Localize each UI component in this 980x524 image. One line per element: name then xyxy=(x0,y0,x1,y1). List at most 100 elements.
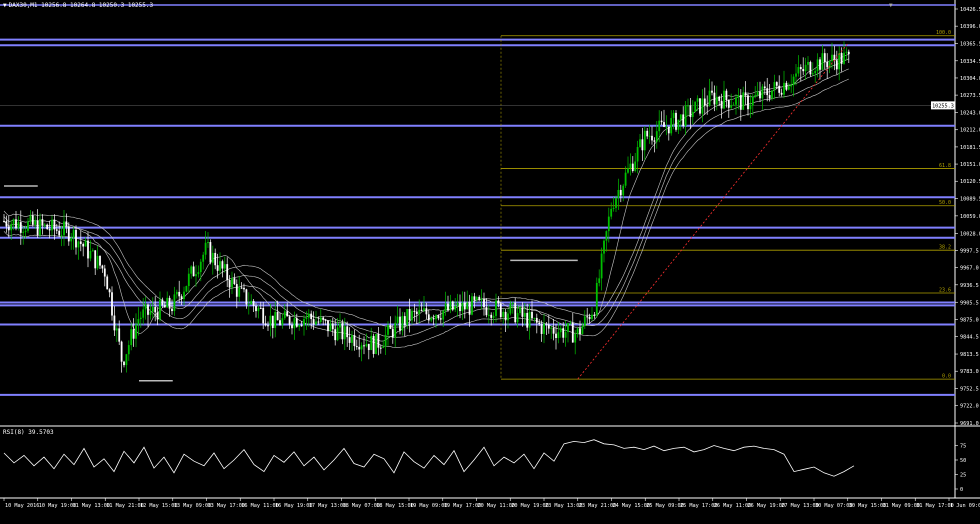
candle-body xyxy=(135,324,137,339)
candle-body xyxy=(351,335,353,343)
candle-body xyxy=(478,296,481,300)
candle-body xyxy=(377,334,380,348)
candle-body xyxy=(22,231,25,233)
candle-body xyxy=(531,311,533,319)
candle-body xyxy=(567,323,569,333)
candle-body xyxy=(293,318,296,329)
candle-body xyxy=(185,286,188,292)
candle-body xyxy=(495,300,497,316)
candle-body xyxy=(754,95,757,97)
price-label-16: 9936.5 xyxy=(960,283,979,289)
time-label-19: 25 May 09:00 xyxy=(646,503,683,509)
candle-body xyxy=(379,347,382,349)
moving-average-0 xyxy=(3,58,849,328)
candle-body xyxy=(492,315,495,318)
candle-body xyxy=(322,317,325,320)
candle-body xyxy=(694,101,697,112)
candle-body xyxy=(538,322,541,325)
candle-body xyxy=(720,100,723,109)
candle-body xyxy=(574,333,577,343)
candle-body xyxy=(305,317,308,320)
candle-body xyxy=(240,287,243,289)
candle-body xyxy=(269,315,272,326)
candle-body xyxy=(739,95,742,110)
candle-body xyxy=(468,302,471,315)
candle-body xyxy=(607,216,610,232)
candle-body xyxy=(658,120,661,132)
time-label-15: 20 May 19:00 xyxy=(511,503,548,509)
candle-body xyxy=(737,95,740,98)
price-label-0: 10426.5 xyxy=(960,7,980,13)
candle-body xyxy=(571,322,574,343)
candle-body xyxy=(360,345,363,350)
fib-label-3: 38.2 xyxy=(939,245,951,251)
candle-body xyxy=(432,318,435,320)
candle-body xyxy=(319,317,322,323)
candle-body xyxy=(485,307,488,316)
candle-body xyxy=(780,92,783,95)
chart-window[interactable]: 100.0 61.8 50.0 38.2 23.6 0.0 10426.5 10396.0 1… xyxy=(0,0,980,520)
candle-body xyxy=(36,220,39,236)
candle-body xyxy=(113,315,116,331)
candle-body xyxy=(447,303,449,311)
candle-body xyxy=(540,324,543,334)
candle-body xyxy=(768,95,771,99)
triangle-down-icon[interactable]: ▼ xyxy=(3,2,7,9)
candle-body xyxy=(735,97,737,105)
shift-marker-icon[interactable]: ▼ xyxy=(889,2,893,9)
candle-body xyxy=(257,307,260,312)
candle-body xyxy=(262,307,265,324)
price-label-18: 9875.0 xyxy=(960,317,979,323)
candle-body xyxy=(521,307,524,317)
time-label-11: 18 May 15:00 xyxy=(376,503,413,509)
candle-body xyxy=(99,255,101,266)
time-label-24: 30 May 07:00 xyxy=(815,503,852,509)
candle-body xyxy=(699,98,701,114)
candle-body xyxy=(300,325,303,327)
candle-body xyxy=(591,314,593,320)
candle-body xyxy=(819,59,821,70)
candle-body xyxy=(331,323,334,330)
candle-body xyxy=(727,100,730,108)
candle-body xyxy=(101,265,104,269)
candle-body xyxy=(775,82,778,86)
candle-body xyxy=(816,59,819,72)
candle-body xyxy=(96,255,99,269)
candle-body xyxy=(579,328,581,335)
candle-body xyxy=(77,241,80,248)
price-label-1: 10396.0 xyxy=(960,24,980,30)
candle-body xyxy=(255,305,257,312)
candle-body xyxy=(65,221,68,227)
candle-body xyxy=(847,51,850,55)
candle-body xyxy=(473,296,476,300)
candle-body xyxy=(31,215,34,225)
candle-body xyxy=(219,261,221,271)
candle-body xyxy=(463,302,466,310)
price-label-4: 10304.0 xyxy=(960,76,980,82)
candle-body xyxy=(91,250,94,252)
candle-body xyxy=(509,303,512,314)
candle-body xyxy=(106,276,109,290)
candle-body xyxy=(588,316,591,320)
candle-body xyxy=(639,139,641,148)
trend-line xyxy=(577,43,849,380)
candle-body xyxy=(149,311,152,315)
candle-body xyxy=(787,86,790,90)
candle-body xyxy=(324,319,327,321)
candle-body xyxy=(51,219,53,231)
candle-body xyxy=(137,319,140,325)
candle-body xyxy=(511,302,514,304)
chart-canvas[interactable]: 100.0 61.8 50.0 38.2 23.6 0.0 10426.5 10396.0 1… xyxy=(0,0,980,520)
candle-body xyxy=(154,306,157,313)
candle-body xyxy=(744,92,747,96)
candle-body xyxy=(615,198,617,208)
candle-body xyxy=(809,61,812,75)
candle-body xyxy=(451,301,454,310)
candle-body xyxy=(499,303,502,318)
candle-body xyxy=(103,268,106,277)
candle-body xyxy=(233,278,236,285)
candle-body xyxy=(111,292,113,316)
candle-body xyxy=(583,316,586,326)
candle-body xyxy=(17,222,20,229)
candle-body xyxy=(497,300,500,304)
